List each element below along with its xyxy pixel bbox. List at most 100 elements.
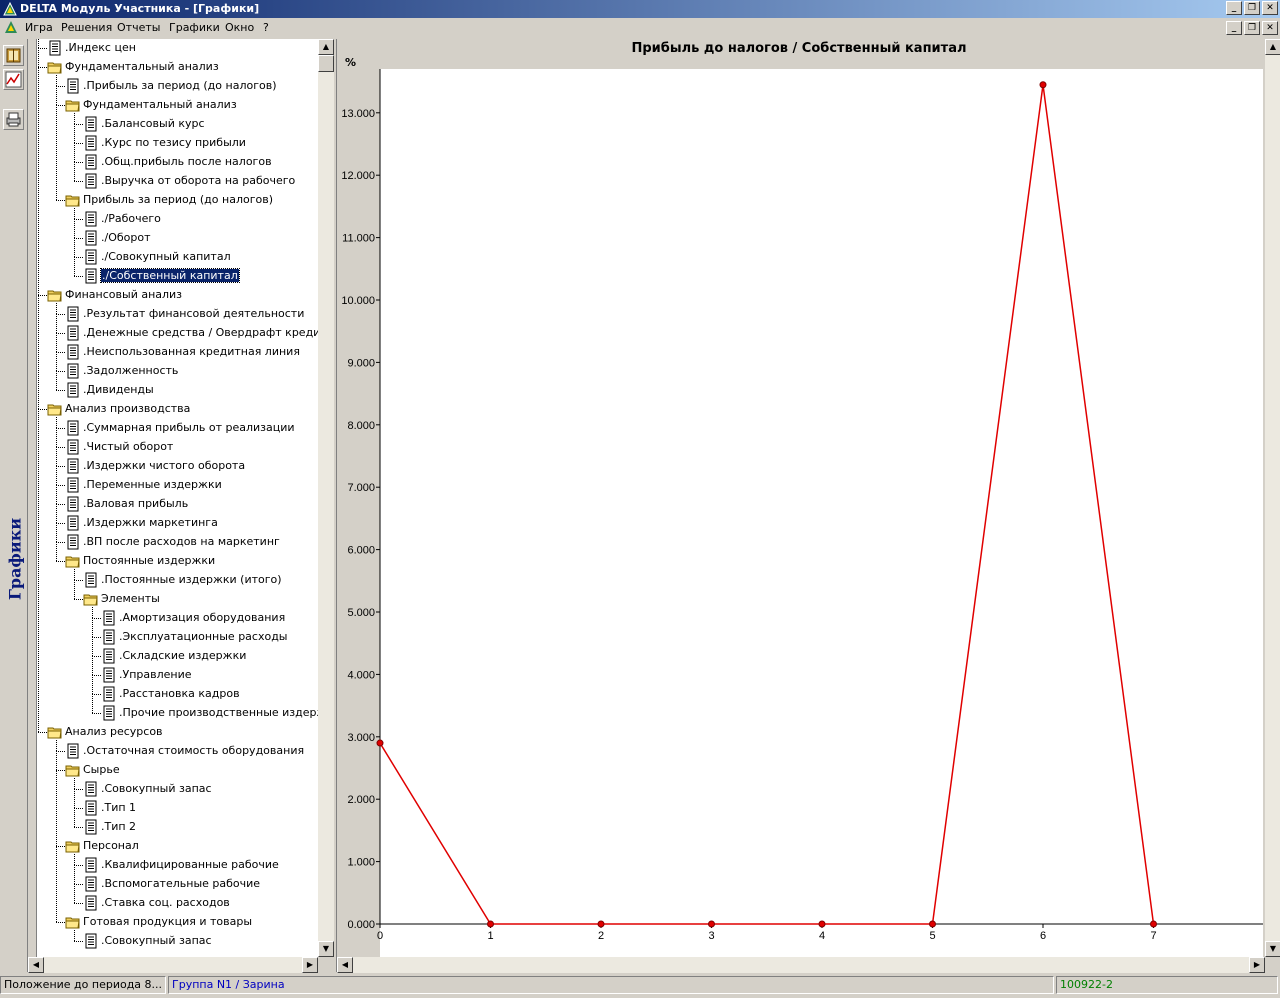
tree-item-label: Прибыль за период (до налогов) (83, 193, 273, 206)
scroll-right-button[interactable]: ▶ (302, 957, 318, 973)
data-point (818, 920, 826, 928)
tree-connector (56, 751, 65, 752)
tree-connector (74, 599, 83, 600)
tree-item-label: .Амортизация оборудования (119, 611, 286, 624)
tree-connector (56, 504, 65, 505)
tree-item-label: .Издержки маркетинга (83, 516, 218, 529)
chart-vertical-scrollbar[interactable]: ▲ ▼ (1265, 39, 1280, 957)
charts-button[interactable] (3, 69, 24, 90)
tree-item-label: .Остаточная стоимость оборудования (83, 744, 305, 757)
tree-item-label: .Чистый оборот (83, 440, 174, 453)
tree-item-label: .Ставка соц. расходов (101, 896, 230, 909)
folder-open-icon (65, 192, 81, 208)
close-button[interactable]: ✕ (1262, 1, 1278, 15)
tree-item-label: ./Рабочего (101, 212, 161, 225)
tree-vertical-scrollbar[interactable]: ▲ ▼ (318, 39, 334, 957)
menu-reports[interactable]: Отчеты (117, 21, 160, 34)
print-button[interactable] (3, 109, 24, 130)
tree-connector (74, 789, 83, 790)
tree-connector (92, 607, 93, 618)
child-restore-button[interactable]: ❐ (1244, 21, 1260, 35)
tree-connector (56, 428, 65, 429)
tree-connector (56, 740, 57, 751)
tree-item-label: .Выручка от оборота на рабочего (101, 174, 296, 187)
document-icon (47, 40, 63, 56)
tree-connector (38, 67, 39, 295)
x-tick-label: 1 (487, 930, 493, 942)
report-tree[interactable]: .Индекс цен Фундаментальный анализ .Прибыл… (36, 39, 319, 957)
folder-open-icon (47, 724, 63, 740)
document-icon (65, 743, 81, 759)
y-tick-label: 8.000 (347, 420, 375, 432)
tree-connector (56, 466, 65, 467)
tree-connector (92, 618, 101, 619)
chart-scroll-up-button[interactable]: ▲ (1265, 39, 1280, 55)
tree-connector (38, 48, 39, 67)
tree-connector (56, 922, 65, 923)
document-icon (83, 154, 99, 170)
reports-button[interactable] (3, 45, 24, 66)
menu-game[interactable]: Игра (25, 21, 53, 34)
data-point (929, 920, 936, 928)
document-icon (83, 135, 99, 151)
mdi-child-icon[interactable] (4, 20, 18, 34)
tree-item-label: .Квалифицированные рабочие (101, 858, 279, 871)
tree-connector (92, 656, 101, 657)
tree-item-label: .Дивиденды (83, 383, 154, 396)
tree-connector (38, 295, 39, 409)
document-icon (65, 458, 81, 474)
tree-connector (38, 39, 39, 48)
x-tick-label: 3 (708, 930, 714, 942)
document-icon (83, 268, 99, 284)
tree-connector (56, 303, 57, 314)
chart-scroll-down-button[interactable]: ▼ (1265, 941, 1280, 957)
tree-item-label: .Результат финансовой деятельности (83, 307, 305, 320)
menu-window[interactable]: Окно (225, 21, 254, 34)
tree-panel: .Индекс цен Фундаментальный анализ .Прибыл… (28, 39, 334, 973)
tree-horizontal-scrollbar[interactable]: ◀ ▶ (28, 957, 318, 973)
chart-horizontal-scrollbar[interactable]: ◀ ▶ (337, 957, 1265, 973)
tree-connector (74, 789, 75, 808)
document-icon (83, 800, 99, 816)
tree-connector (56, 417, 57, 428)
menu-charts[interactable]: Графики (169, 21, 220, 34)
tree-item-label: .Балансовый курс (101, 117, 205, 130)
tree-connector (38, 409, 39, 732)
data-point (1150, 920, 1157, 928)
tree-item-label: .Переменные издержки (83, 478, 222, 491)
chart-scroll-left-button[interactable]: ◀ (337, 957, 353, 973)
tree-connector (74, 113, 75, 124)
document-icon (83, 933, 99, 949)
tree-item-label: Элементы (101, 592, 160, 605)
tree-connector (74, 884, 83, 885)
scroll-left-button[interactable]: ◀ (28, 957, 44, 973)
scroll-down-button[interactable]: ▼ (318, 941, 334, 957)
chart-icon (5, 71, 22, 88)
document-icon (83, 819, 99, 835)
restore-button[interactable]: ❐ (1244, 1, 1260, 15)
tree-connector (56, 86, 65, 87)
chart-scroll-right-button[interactable]: ▶ (1249, 957, 1265, 973)
x-tick-label: 0 (377, 930, 383, 942)
child-close-button[interactable]: ✕ (1262, 21, 1278, 35)
tree-connector (56, 485, 65, 486)
child-minimize-button[interactable]: _ (1226, 21, 1242, 35)
tree-connector (74, 569, 75, 580)
window-title: DELTA Модуль Участника - [Графики] (20, 2, 260, 15)
tree-item-label: .Совокупный запас (101, 782, 212, 795)
tree-connector (56, 333, 65, 334)
menu-decisions[interactable]: Решения (61, 21, 112, 34)
document-icon (65, 306, 81, 322)
scroll-thumb[interactable] (318, 55, 334, 72)
tree-connector (74, 903, 83, 904)
status-code: 100922-2 (1056, 976, 1278, 994)
menu-help[interactable]: ? (263, 21, 269, 34)
tree-item-label: .Тип 1 (101, 801, 137, 814)
tree-connector (56, 75, 57, 86)
scroll-up-button[interactable]: ▲ (318, 39, 334, 55)
printer-icon (6, 112, 21, 127)
line-chart: 0.000 1.000 2.000 3.000 4.000 5.000 6.000 7.000… (341, 69, 1263, 958)
status-bar: Положение до периода 8... Группа N1 / За… (0, 974, 1280, 998)
document-icon (83, 211, 99, 227)
minimize-button[interactable]: _ (1226, 1, 1242, 15)
